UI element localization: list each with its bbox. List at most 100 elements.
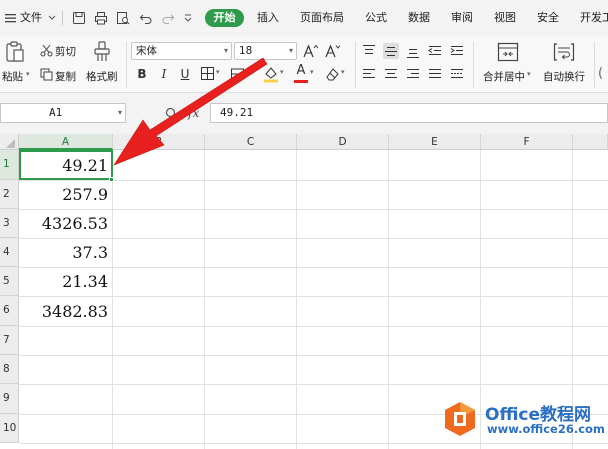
decrease-indent-icon[interactable] (427, 43, 443, 59)
cell-a4[interactable]: 37.3 (19, 238, 112, 267)
chevron-down-icon: ▾ (117, 108, 122, 117)
underline-button[interactable]: U (177, 66, 193, 82)
wrap-text-icon (553, 43, 575, 61)
cell-a3[interactable]: 4326.53 (19, 209, 112, 238)
tab-page-layout[interactable]: 页面布局 (300, 0, 344, 36)
insert-function-button[interactable]: fx (188, 106, 199, 120)
distributed-align-icon[interactable] (449, 66, 465, 82)
align-right-icon[interactable] (405, 66, 421, 82)
paste-dropdown-arrow[interactable]: ▾ (26, 70, 30, 78)
zoom-formula-icon[interactable] (165, 107, 178, 120)
decrease-font-size-icon[interactable] (324, 43, 340, 59)
increase-indent-icon[interactable] (449, 43, 465, 59)
menu-bar: 文件 开始 插入 页面布局 公式 数据 审阅 视图 安全 开发工 (0, 0, 608, 36)
print-preview-icon[interactable] (116, 11, 130, 25)
row-header-1[interactable]: 1 (0, 150, 19, 180)
row-header-10[interactable]: 10 (0, 414, 19, 443)
column-header-f[interactable]: F (481, 134, 573, 150)
borders-icon[interactable] (200, 66, 216, 82)
fill-handle[interactable] (109, 177, 114, 182)
italic-button[interactable]: I (156, 66, 172, 82)
merge-center-button[interactable]: 合并居中 (483, 69, 525, 84)
hamburger-menu-icon[interactable] (4, 11, 18, 25)
redo-icon[interactable] (161, 11, 175, 25)
office-logo-icon (445, 402, 475, 436)
print-icon[interactable] (94, 11, 108, 25)
select-all-corner[interactable] (0, 134, 19, 150)
cell-a6[interactable]: 3482.83 (19, 297, 112, 326)
align-middle-icon[interactable] (383, 43, 399, 59)
chevron-down-icon[interactable] (47, 11, 57, 25)
clear-format-dropdown-arrow[interactable]: ▾ (341, 68, 345, 76)
copy-button[interactable]: 复制 (55, 69, 76, 84)
paste-button[interactable]: 粘贴 (2, 69, 23, 84)
font-name-select[interactable]: 宋体 ▾ (131, 42, 232, 60)
tab-insert[interactable]: 插入 (257, 0, 279, 36)
bold-button[interactable]: B (134, 66, 150, 82)
save-icon[interactable] (72, 11, 86, 25)
fill-color-dropdown-arrow[interactable]: ▾ (280, 68, 284, 76)
customize-toolbar-icon[interactable] (183, 11, 193, 25)
tab-formulas[interactable]: 公式 (365, 0, 387, 36)
fill-color-icon[interactable] (262, 65, 280, 83)
row-header-6[interactable]: 6 (0, 296, 19, 326)
row-header-7[interactable]: 7 (0, 326, 19, 355)
row-header-5[interactable]: 5 (0, 267, 19, 296)
cell-a5[interactable]: 21.34 (19, 267, 112, 296)
number-format-partial-icon[interactable]: ( (598, 66, 603, 81)
justify-icon[interactable] (427, 66, 443, 82)
column-header-b[interactable]: B (113, 134, 205, 150)
file-menu[interactable]: 文件 (20, 0, 42, 36)
tab-home[interactable]: 开始 (205, 9, 244, 27)
borders-dropdown-arrow[interactable]: ▾ (216, 68, 220, 76)
column-header-e[interactable]: E (389, 134, 481, 150)
undo-icon[interactable] (139, 11, 153, 25)
cell-a2[interactable]: 257.9 (19, 180, 112, 209)
cut-button[interactable]: 剪切 (55, 44, 76, 59)
tab-review[interactable]: 审阅 (451, 0, 473, 36)
merge-center-icon (497, 42, 519, 62)
clear-format-icon[interactable] (324, 66, 340, 82)
name-box[interactable]: A1 ▾ (0, 103, 126, 123)
row-header-2[interactable]: 2 (0, 180, 19, 209)
align-top-icon[interactable] (361, 43, 377, 59)
name-box-value: A1 (49, 106, 63, 119)
tab-developer[interactable]: 开发工 (580, 0, 608, 36)
tab-view[interactable]: 视图 (494, 0, 516, 36)
row-header-3[interactable]: 3 (0, 209, 19, 238)
cell-style-dropdown-arrow[interactable]: ▾ (248, 68, 252, 76)
ribbon: 粘贴 ▾ 剪切 复制 格式刷 宋体 ▾ 18 ▾ B I U ▾ ▾ ▾ A ▾ (0, 36, 608, 93)
chevron-down-icon: ▾ (288, 46, 293, 55)
row-header-8[interactable]: 8 (0, 355, 19, 384)
align-left-icon[interactable] (361, 66, 377, 82)
format-painter-button[interactable]: 格式刷 (86, 69, 118, 84)
merge-center-dropdown-arrow[interactable]: ▾ (527, 70, 531, 78)
row-header-4[interactable]: 4 (0, 238, 19, 267)
column-header-c[interactable]: C (205, 134, 297, 150)
align-center-icon[interactable] (383, 66, 399, 82)
font-color-swatch (294, 80, 308, 83)
watermark-url: www.office26.com (487, 422, 605, 436)
align-bottom-icon[interactable] (405, 43, 421, 59)
paste-icon[interactable] (5, 41, 25, 63)
font-color-dropdown-arrow[interactable]: ▾ (310, 68, 314, 76)
wrap-text-button[interactable]: 自动换行 (543, 69, 585, 84)
active-cell-highlight (19, 150, 113, 180)
column-header-d[interactable]: D (297, 134, 389, 150)
formula-bar: A1 ▾ fx 49.21 (0, 93, 608, 134)
column-header-a[interactable]: A (19, 134, 113, 150)
font-size-select[interactable]: 18 ▾ (234, 42, 297, 60)
increase-font-size-icon[interactable] (302, 43, 318, 59)
select-all-triangle-icon (6, 139, 15, 148)
cell-style-icon[interactable] (230, 66, 248, 82)
chevron-down-icon: ▾ (223, 46, 228, 55)
formula-input[interactable]: 49.21 (210, 103, 608, 123)
column-header-g-partial[interactable] (573, 134, 608, 150)
row-header-9[interactable]: 9 (0, 384, 19, 414)
watermark: Office教程网 www.office26.com (441, 398, 608, 446)
font-color-button[interactable]: A (293, 63, 309, 79)
copy-icon (40, 68, 53, 81)
tab-data[interactable]: 数据 (408, 0, 430, 36)
tab-security[interactable]: 安全 (537, 0, 559, 36)
font-size-value: 18 (239, 45, 253, 57)
